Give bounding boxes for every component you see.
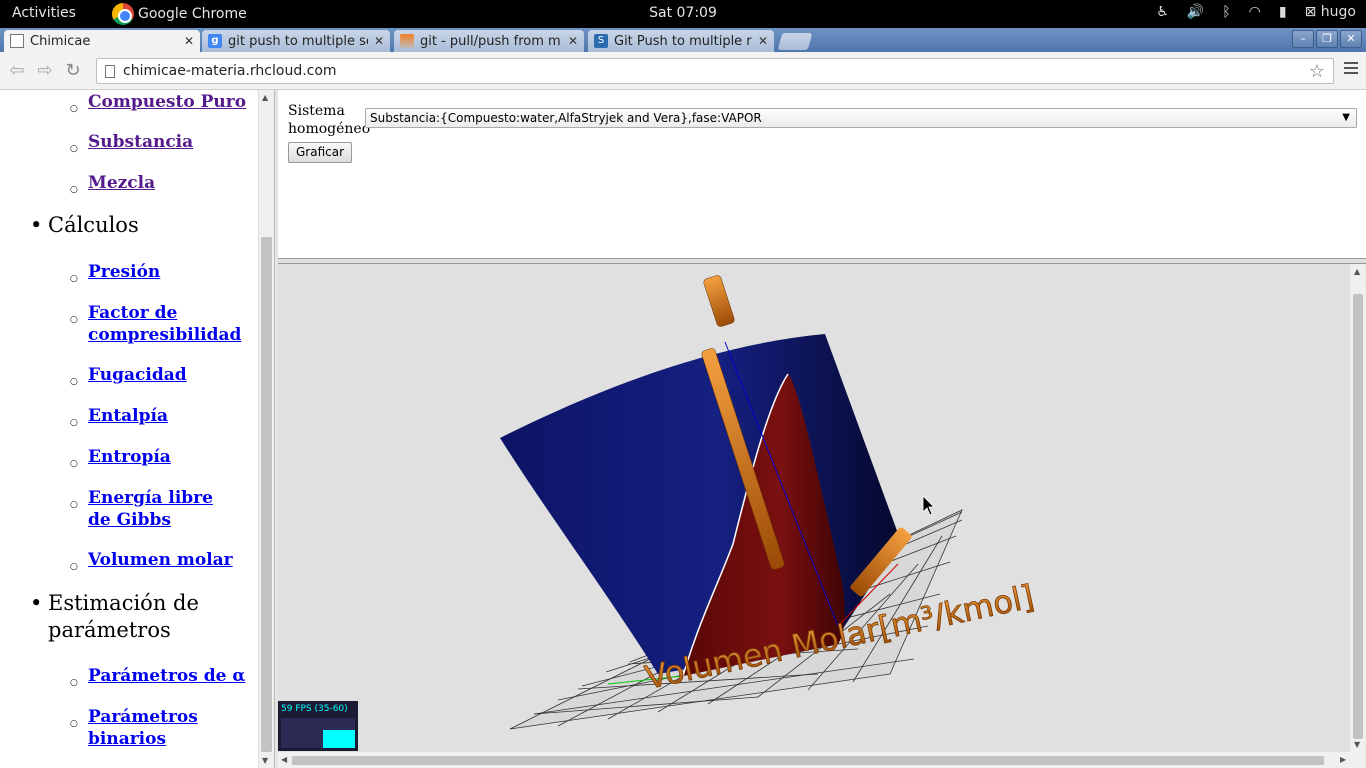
- tab-title: Git Push to multiple re: [614, 33, 752, 49]
- nav-energia-libre-gibbs[interactable]: Energía libre de Gibbs: [70, 487, 238, 531]
- user-menu[interactable]: ⊠ hugo: [1305, 4, 1356, 20]
- volume-icon[interactable]: 🔊: [1187, 4, 1204, 20]
- system-top-bar: Activities Google Chrome Sat 07:09 ♿ 🔊 ᛒ…: [0, 0, 1366, 28]
- system-tray[interactable]: ♿ 🔊 ᛒ ◠ ▮ ⊠ hugo: [1156, 4, 1356, 20]
- google-icon: g: [208, 34, 222, 48]
- plot-3d-svg: Volumen Molar[m³/kmol]: [500, 275, 1038, 730]
- page-icon: [105, 64, 115, 78]
- tab-git-push-google[interactable]: g git push to multiple se ✕: [202, 30, 390, 52]
- tab-git-pull-push[interactable]: git - pull/push from m ✕: [394, 30, 584, 52]
- tab-title: git - pull/push from m: [420, 33, 561, 49]
- section-estimacion-parametros: Estimación de parámetros: [30, 590, 238, 644]
- scroll-left-icon[interactable]: ◀: [281, 755, 287, 764]
- window-controls: – ❐ ✕: [1292, 30, 1362, 48]
- fps-text: 59 FPS (35-60): [281, 704, 348, 714]
- nav-entalpia[interactable]: Entalpía: [70, 405, 168, 434]
- nav-mezcla[interactable]: Mezcla: [70, 172, 155, 201]
- system-label: Sistema homogéneo: [288, 103, 371, 137]
- back-icon[interactable]: ⇦: [6, 60, 28, 82]
- mouse-cursor-icon: [922, 495, 935, 516]
- accessibility-icon[interactable]: ♿: [1156, 4, 1169, 20]
- close-icon[interactable]: ✕: [374, 34, 384, 48]
- tab-strip: Chimicae ✕ g git push to multiple se ✕ g…: [0, 28, 1366, 52]
- nav-factor-compresibilidad[interactable]: Factor de compresibilidad: [70, 302, 241, 346]
- sidebar-nav: Compuesto Puro Substancia Mezcla Cálculo…: [0, 90, 258, 768]
- wifi-icon[interactable]: ◠: [1249, 4, 1261, 20]
- scroll-up-icon[interactable]: ▲: [262, 93, 268, 102]
- app-menu[interactable]: Google Chrome: [112, 3, 247, 25]
- nav-entropia[interactable]: Entropía: [70, 446, 171, 475]
- browser-toolbar: ⇦ ⇨ ↻ chimicae-materia.rhcloud.com ☆: [0, 52, 1366, 90]
- plot-horizontal-scrollbar[interactable]: ◀ ▶: [278, 752, 1366, 768]
- minimize-button[interactable]: –: [1292, 30, 1314, 48]
- chevron-down-icon: ▼: [1342, 112, 1350, 123]
- page-icon: [10, 34, 24, 48]
- graficar-button[interactable]: Graficar: [288, 142, 353, 163]
- close-icon[interactable]: ✕: [184, 34, 194, 48]
- activities-button[interactable]: Activities: [12, 5, 76, 21]
- tab-chimicae[interactable]: Chimicae ✕: [4, 30, 200, 52]
- fps-graph: [281, 718, 355, 748]
- close-icon[interactable]: ✕: [758, 34, 768, 48]
- close-icon[interactable]: ✕: [568, 34, 578, 48]
- nav-fugacidad[interactable]: Fugacidad: [70, 364, 187, 393]
- menu-icon[interactable]: [1344, 62, 1358, 76]
- section-calculos: Cálculos: [30, 213, 139, 237]
- close-window-button[interactable]: ✕: [1340, 30, 1362, 48]
- fps-meter: 59 FPS (35-60): [278, 701, 358, 751]
- plot-vertical-scrollbar[interactable]: ▲ ▼: [1350, 264, 1366, 752]
- new-tab-button[interactable]: [777, 33, 813, 50]
- sidebar-scrollbar[interactable]: ▲ ▼: [258, 90, 274, 768]
- nav-substancia[interactable]: Substancia: [70, 131, 193, 160]
- bookmark-star-icon[interactable]: ☆: [1309, 61, 1325, 82]
- battery-icon[interactable]: ▮: [1279, 4, 1287, 20]
- scrollbar-thumb[interactable]: [1353, 294, 1363, 739]
- chrome-icon: [112, 3, 134, 25]
- tab-git-push-multiple[interactable]: S Git Push to multiple re ✕: [588, 30, 774, 52]
- selected-value: Substancia:{Compuesto:water,AlfaStryjek …: [370, 111, 762, 125]
- url-text[interactable]: chimicae-materia.rhcloud.com: [123, 63, 337, 79]
- nav-presion[interactable]: Presión: [70, 261, 160, 290]
- tab-title: git push to multiple se: [228, 33, 368, 49]
- scroll-down-icon[interactable]: ▼: [262, 756, 268, 765]
- app-name: Google Chrome: [138, 6, 247, 22]
- maximize-button[interactable]: ❐: [1316, 30, 1338, 48]
- form-pane: Sistema homogéneo Substancia:{Compuesto:…: [278, 90, 1366, 260]
- scroll-up-icon[interactable]: ▲: [1354, 267, 1360, 276]
- user-name: hugo: [1320, 4, 1356, 20]
- nav-compuesto-puro[interactable]: Compuesto Puro: [70, 91, 246, 120]
- nav-parametros-alfa[interactable]: Parámetros de α: [70, 665, 246, 694]
- address-bar[interactable]: chimicae-materia.rhcloud.com ☆: [96, 58, 1334, 84]
- superuser-icon: S: [594, 34, 608, 48]
- plot-canvas[interactable]: Volumen Molar[m³/kmol] 59 FPS (35-60): [278, 264, 1350, 752]
- tab-title: Chimicae: [30, 33, 91, 49]
- scroll-down-icon[interactable]: ▼: [1354, 740, 1360, 749]
- system-select[interactable]: Substancia:{Compuesto:water,AlfaStryjek …: [365, 108, 1357, 128]
- user-icon: ⊠: [1304, 4, 1317, 20]
- scrollbar-thumb[interactable]: [261, 237, 272, 752]
- stackoverflow-icon: [400, 34, 414, 48]
- bluetooth-icon[interactable]: ᛒ: [1222, 4, 1230, 20]
- forward-icon[interactable]: ⇨: [34, 60, 56, 82]
- nav-parametros-binarios[interactable]: Parámetros binarios: [70, 706, 208, 750]
- nav-volumen-molar[interactable]: Volumen molar: [70, 549, 233, 578]
- scroll-right-icon[interactable]: ▶: [1340, 755, 1346, 764]
- reload-icon[interactable]: ↻: [62, 60, 84, 82]
- scrollbar-thumb[interactable]: [292, 756, 1324, 765]
